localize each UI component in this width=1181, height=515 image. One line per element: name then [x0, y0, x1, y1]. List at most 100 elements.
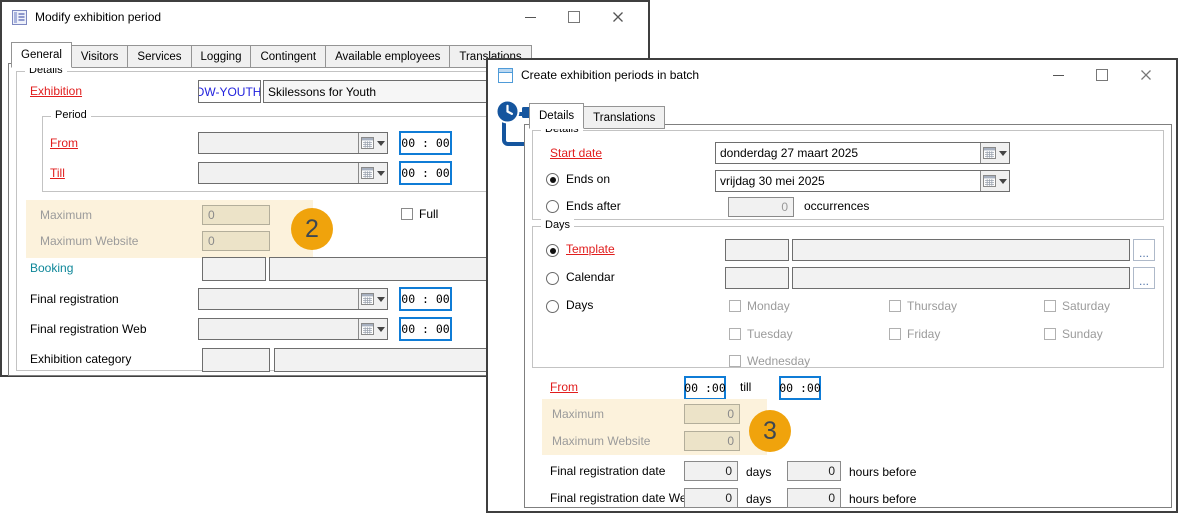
tab-translations[interactable]: Translations [583, 106, 665, 129]
close-button[interactable] [1124, 60, 1168, 90]
close-icon [612, 11, 624, 23]
modify-window-titlebar[interactable]: Modify exhibition period [2, 2, 648, 32]
final-registration-web-calendar-button[interactable] [358, 319, 387, 339]
wednesday-checkbox[interactable] [729, 355, 741, 367]
final-registration-web-hours-field[interactable]: 0 [787, 488, 841, 508]
maximize-icon [1096, 69, 1108, 81]
dropdown-arrow-icon [377, 141, 385, 146]
template-radio[interactable] [546, 244, 559, 257]
close-button[interactable] [596, 2, 640, 32]
ends-on-radio[interactable] [546, 173, 559, 186]
tab-visitors[interactable]: Visitors [71, 45, 129, 68]
ends-after-value: 0 [781, 200, 788, 214]
final-registration-hours-field[interactable]: 0 [787, 461, 841, 481]
final-registration-days-field[interactable]: 0 [684, 461, 738, 481]
start-date-calendar-button[interactable] [980, 143, 1009, 163]
period-from-date-field[interactable] [198, 132, 388, 154]
desktop-canvas: Modify exhibition period General Visitor… [0, 0, 1181, 515]
window-controls [1036, 60, 1168, 90]
template-name-field[interactable] [792, 239, 1130, 261]
ends-after-radio[interactable] [546, 200, 559, 213]
period-from-calendar-button[interactable] [358, 133, 387, 153]
tab-details[interactable]: Details [529, 103, 584, 129]
sunday-label: Sunday [1062, 327, 1103, 341]
final-registration-web-label: Final registration Web [30, 322, 147, 336]
calendar-browse-button[interactable]: ... [1133, 267, 1155, 289]
friday-checkbox[interactable] [889, 328, 901, 340]
maximum-website-label: Maximum Website [40, 234, 138, 248]
step-badge-2: 2 [291, 208, 333, 250]
maximize-button[interactable] [1080, 60, 1124, 90]
batch-maximum-field: 0 [684, 404, 740, 424]
period-from-date-value [199, 133, 358, 153]
batch-from-label: From [550, 380, 578, 394]
monday-label: Monday [747, 299, 790, 313]
calendar-radio[interactable] [546, 272, 559, 285]
start-date-value: donderdag 27 maart 2025 [716, 143, 980, 163]
batch-from-time-field[interactable]: 00 :00 [684, 376, 726, 400]
final-registration-web-hours-value: 0 [828, 491, 835, 505]
template-code-field[interactable] [725, 239, 789, 261]
batch-till-time-field[interactable]: 00 :00 [779, 376, 821, 400]
period-till-calendar-button[interactable] [358, 163, 387, 183]
tab-contingent[interactable]: Contingent [250, 45, 326, 68]
calendar-icon [361, 293, 374, 305]
full-checkbox[interactable] [401, 208, 413, 220]
final-registration-date-web-label: Final registration date Web [550, 491, 693, 505]
calendar-name-field[interactable] [792, 267, 1130, 289]
tab-available-employees[interactable]: Available employees [325, 45, 450, 68]
batch-maximum-website-field: 0 [684, 431, 740, 451]
document-list-icon [12, 10, 27, 25]
maximize-button[interactable] [552, 2, 596, 32]
minimize-button[interactable] [1036, 60, 1080, 90]
minimize-icon [525, 17, 536, 18]
calendar-code-field[interactable] [725, 267, 789, 289]
ends-on-calendar-button[interactable] [980, 171, 1009, 191]
template-browse-button[interactable]: ... [1133, 239, 1155, 261]
dropdown-arrow-icon [377, 327, 385, 332]
days-radio[interactable] [546, 300, 559, 313]
ends-on-date-field[interactable]: vrijdag 30 mei 2025 [715, 170, 1010, 192]
window-title: Modify exhibition period [35, 10, 161, 24]
maximum-value: 0 [208, 208, 215, 222]
tab-general[interactable]: General [11, 42, 72, 68]
ends-on-label: Ends on [566, 172, 610, 186]
sunday-checkbox[interactable] [1044, 328, 1056, 340]
ends-after-occurrences-field: 0 [728, 197, 794, 217]
tuesday-checkbox[interactable] [729, 328, 741, 340]
final-registration-date-field[interactable] [198, 288, 388, 310]
exhibition-code-field[interactable]: OW-YOUTH [198, 80, 261, 103]
final-registration-web-days-field[interactable]: 0 [684, 488, 738, 508]
minimize-button[interactable] [508, 2, 552, 32]
days-group-label: Days [541, 219, 574, 231]
final-registration-web-time-field[interactable]: 00 : 00 [399, 317, 452, 341]
period-till-date-field[interactable] [198, 162, 388, 184]
period-from-time-field[interactable]: 00 : 00 [399, 131, 452, 155]
modify-tab-bar: General Visitors Services Logging Contin… [12, 42, 532, 68]
monday-checkbox[interactable] [729, 300, 741, 312]
period-till-date-value [199, 163, 358, 183]
final-registration-calendar-button[interactable] [358, 289, 387, 309]
maximum-website-value: 0 [208, 234, 215, 248]
batch-maximum-value: 0 [727, 407, 734, 421]
dropdown-arrow-icon [377, 297, 385, 302]
dropdown-arrow-icon [377, 171, 385, 176]
batch-tab-bar: Details Translations [530, 103, 665, 129]
tab-logging[interactable]: Logging [191, 45, 252, 68]
booking-code-field[interactable] [202, 257, 266, 281]
batch-window-titlebar[interactable]: Create exhibition periods in batch [488, 60, 1176, 90]
thursday-checkbox[interactable] [889, 300, 901, 312]
tab-services[interactable]: Services [127, 45, 191, 68]
days-suffix-label: days [746, 492, 771, 506]
saturday-checkbox[interactable] [1044, 300, 1056, 312]
booking-label: Booking [30, 261, 73, 275]
final-registration-time-field[interactable]: 00 : 00 [399, 287, 452, 311]
close-icon [1140, 69, 1152, 81]
calendar-label: Calendar [566, 270, 615, 284]
days-suffix-label: days [746, 465, 771, 479]
period-till-time-field[interactable]: 00 : 00 [399, 161, 452, 185]
start-date-field[interactable]: donderdag 27 maart 2025 [715, 142, 1010, 164]
exhibition-category-code-field[interactable] [202, 348, 270, 372]
final-registration-web-date-field[interactable] [198, 318, 388, 340]
template-label: Template [566, 242, 615, 256]
